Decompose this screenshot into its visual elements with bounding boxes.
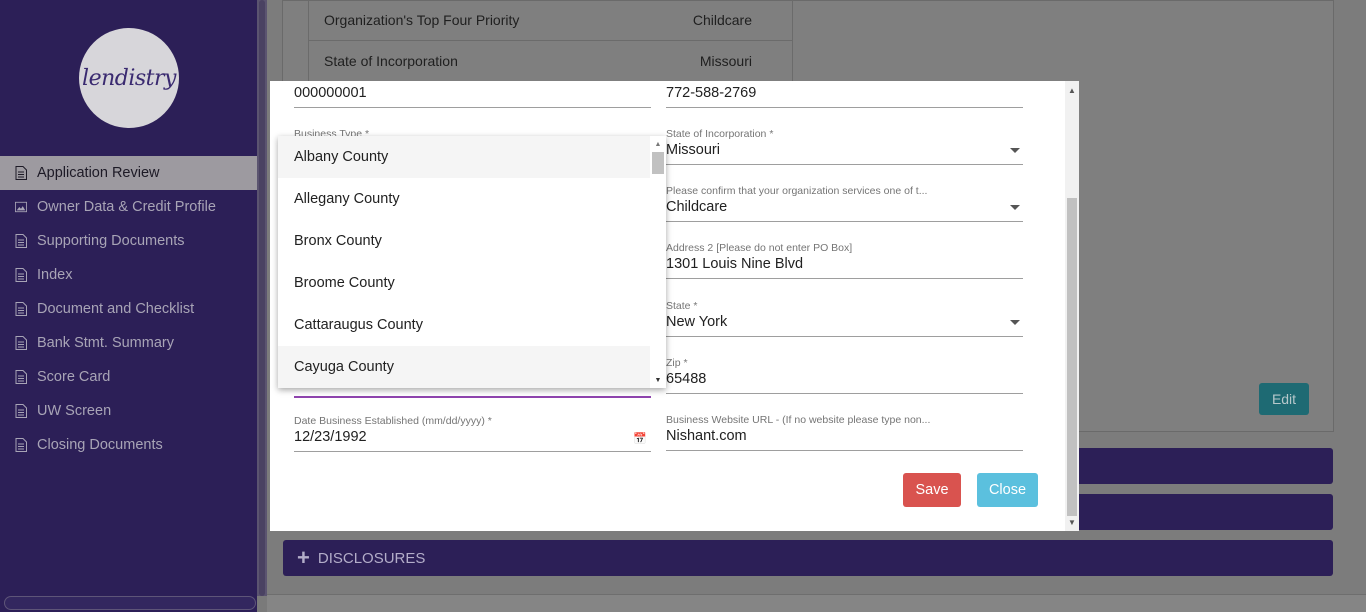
table-cell-label: Organization's Top Four Priority (324, 12, 520, 28)
table-row: State of Incorporation Missouri (308, 41, 793, 82)
document-icon (14, 302, 28, 316)
document-icon (14, 438, 28, 452)
sidebar-vertical-scrollbar[interactable] (257, 0, 267, 596)
sidebar-horizontal-scrollbar[interactable] (4, 596, 256, 610)
dropdown-option[interactable]: Cayuga County (278, 346, 666, 388)
state-value: New York (666, 314, 728, 330)
calendar-icon[interactable]: 📅 (633, 432, 647, 445)
sidebar-item-application-review[interactable]: Application Review (0, 156, 257, 190)
services-confirm-control[interactable]: Childcare (666, 197, 1023, 222)
state-label: State * (666, 300, 698, 312)
document-icon (14, 336, 28, 350)
zip-label: Zip * (666, 357, 688, 369)
document-icon (14, 404, 28, 418)
logo: lendistry (79, 28, 179, 128)
sidebar-item-label: Owner Data & Credit Profile (37, 199, 216, 215)
zip-value[interactable]: 65488 (666, 369, 1023, 394)
services-confirm-label: Please confirm that your organization se… (666, 185, 928, 197)
county-field-focus-underline (294, 396, 651, 398)
disclosures-section-bar[interactable]: + DISCLOSURES (283, 540, 1333, 576)
disclosures-label: DISCLOSURES (317, 549, 426, 567)
dropdown-option[interactable]: Broome County (278, 262, 666, 304)
chevron-down-icon (1010, 148, 1020, 153)
scroll-up-arrow-icon[interactable]: ▲ (1065, 83, 1079, 97)
sidebar-item-uw-screen[interactable]: UW Screen (0, 394, 257, 428)
sidebar-item-label: Supporting Documents (37, 233, 185, 249)
image-icon (14, 200, 28, 214)
sidebar-item-index[interactable]: Index (0, 258, 257, 292)
plus-icon: + (297, 545, 310, 570)
edit-button[interactable]: Edit (1259, 383, 1309, 415)
logo-text: lendistry (82, 65, 176, 91)
dropdown-option[interactable]: Albany County (278, 136, 666, 178)
sidebar-item-supporting-documents[interactable]: Supporting Documents (0, 224, 257, 258)
date-established-value: 12/23/1992 (294, 429, 367, 445)
date-established-label: Date Business Established (mm/dd/yyyy) * (294, 415, 492, 427)
dropdown-scrollbar[interactable]: ▲ ▼ (650, 136, 666, 388)
phone-value[interactable]: 772-588-2769 (666, 83, 1023, 108)
chevron-down-icon (1010, 205, 1020, 210)
zip-field[interactable]: Zip * 65488 (666, 357, 1023, 394)
document-icon (14, 234, 28, 248)
dropdown-option[interactable]: Cattaraugus County (278, 304, 666, 346)
address2-value[interactable]: 1301 Louis Nine Blvd (666, 254, 1023, 279)
id-number-value[interactable]: 000000001 (294, 83, 651, 108)
address2-label: Address 2 [Please do not enter PO Box] (666, 242, 853, 254)
sidebar-item-label: Document and Checklist (37, 301, 195, 317)
scroll-down-arrow-icon[interactable]: ▼ (1065, 515, 1079, 529)
services-confirm-select[interactable]: Please confirm that your organization se… (666, 185, 1023, 222)
dropdown-option[interactable]: Bronx County (278, 220, 666, 262)
sidebar-item-closing-documents[interactable]: Closing Documents (0, 428, 257, 462)
sidebar-item-document-checklist[interactable]: Document and Checklist (0, 292, 257, 326)
close-button[interactable]: Close (977, 473, 1038, 507)
sidebar-item-owner-data[interactable]: Owner Data & Credit Profile (0, 190, 257, 224)
document-icon (14, 166, 28, 180)
table-cell-label: State of Incorporation (324, 53, 458, 69)
bottom-strip (267, 594, 1366, 612)
save-button[interactable]: Save (903, 473, 961, 507)
background-summary-table: Organization's Top Four Priority Childca… (308, 0, 793, 82)
website-field[interactable]: Business Website URL - (If no website pl… (666, 414, 1023, 451)
website-value[interactable]: Nishant.com (666, 426, 1023, 451)
scroll-down-arrow-icon[interactable]: ▼ (650, 374, 666, 386)
state-of-incorporation-label: State of Incorporation * (666, 128, 774, 140)
website-label: Business Website URL - (If no website pl… (666, 414, 931, 426)
address2-field[interactable]: Address 2 [Please do not enter PO Box] 1… (666, 242, 1023, 279)
dropdown-option[interactable]: Allegany County (278, 178, 666, 220)
date-established-input[interactable]: 12/23/1992 📅 (294, 427, 651, 452)
document-icon (14, 268, 28, 282)
scrollbar-thumb[interactable] (652, 152, 664, 174)
id-number-field[interactable]: 000000001 (294, 83, 651, 108)
sidebar-nav: Application Review Owner Data & Credit P… (0, 156, 257, 462)
sidebar-item-label: Bank Stmt. Summary (37, 335, 174, 351)
modal-scrollbar[interactable]: ▲ ▼ (1065, 81, 1079, 531)
sidebar: lendistry Application Review Owner Data … (0, 0, 257, 612)
document-icon (14, 370, 28, 384)
sidebar-item-label: Closing Documents (37, 437, 163, 453)
scrollbar-thumb[interactable] (259, 0, 265, 596)
state-control[interactable]: New York (666, 312, 1023, 337)
table-cell-value: Missouri (699, 53, 752, 69)
table-row: Organization's Top Four Priority Childca… (308, 0, 793, 41)
date-established-field[interactable]: Date Business Established (mm/dd/yyyy) *… (294, 415, 651, 452)
state-of-incorporation-control[interactable]: Missouri (666, 140, 1023, 165)
sidebar-item-label: Score Card (37, 369, 111, 385)
chevron-down-icon (1010, 320, 1020, 325)
scroll-up-arrow-icon[interactable]: ▲ (650, 138, 666, 150)
table-cell-value: Childcare (692, 12, 752, 28)
sidebar-item-score-card[interactable]: Score Card (0, 360, 257, 394)
state-select[interactable]: State * New York (666, 300, 1023, 337)
services-confirm-value: Childcare (666, 199, 728, 215)
sidebar-item-label: Application Review (37, 165, 160, 181)
phone-field[interactable]: 772-588-2769 (666, 83, 1023, 108)
scrollbar-thumb[interactable] (1067, 198, 1077, 516)
sidebar-item-label: UW Screen (37, 403, 112, 419)
sidebar-item-bank-summary[interactable]: Bank Stmt. Summary (0, 326, 257, 360)
state-of-incorporation-select[interactable]: State of Incorporation * Missouri (666, 128, 1023, 165)
state-of-incorporation-value: Missouri (666, 142, 720, 158)
sidebar-item-label: Index (37, 267, 73, 283)
county-dropdown-list[interactable]: Albany County Allegany County Bronx Coun… (278, 136, 666, 388)
